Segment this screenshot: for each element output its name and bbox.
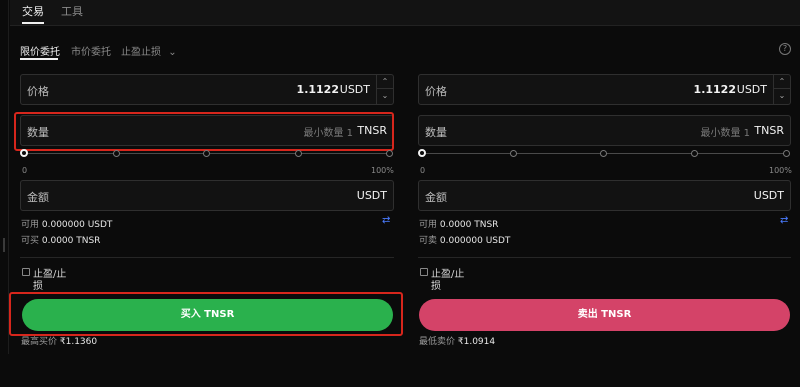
sell-available-value: 0.0000 TNSR bbox=[439, 220, 499, 230]
sell-quantity-input[interactable]: 数量 最小数量 1 TNSR bbox=[418, 115, 791, 146]
buy-slider-mark-50[interactable] bbox=[203, 150, 210, 157]
sell-available-label: 可用 bbox=[419, 220, 438, 230]
chevron-down-icon: ⌄ bbox=[168, 47, 177, 58]
sell-slider-mark-75[interactable] bbox=[691, 150, 698, 157]
tab-trade-underline bbox=[22, 22, 44, 24]
sell-price-input[interactable]: 价格 1.1122 USDT ⌃ ⌄ bbox=[418, 74, 791, 105]
buy-best-price-value: ₹1.1360 bbox=[59, 337, 98, 347]
sell-quantity-label: 数量 bbox=[425, 126, 447, 139]
sell-best-price: 最低卖价 ₹1.0914 bbox=[419, 334, 495, 347]
buy-slider-mark-100[interactable] bbox=[386, 150, 393, 157]
buy-amount-unit: USDT bbox=[356, 189, 387, 202]
buy-tpsl-label-2: 损 bbox=[33, 281, 43, 292]
buy-amount-input[interactable]: 金额 USDT bbox=[20, 180, 394, 211]
sell-button[interactable]: 卖出 TNSR bbox=[419, 299, 790, 331]
sell-quantity-slider[interactable] bbox=[418, 147, 791, 161]
sell-slider-max-label: 100% bbox=[769, 166, 792, 175]
buy-quantity-placeholder: 最小数量 1 bbox=[303, 128, 353, 139]
sell-tpsl-checkbox[interactable] bbox=[420, 268, 428, 276]
buy-best-price: 最高买价 ₹1.1360 bbox=[21, 334, 97, 347]
buy-price-label: 价格 bbox=[27, 85, 49, 98]
sell-transfer-icon[interactable]: ⇄ bbox=[780, 215, 788, 226]
help-icon[interactable]: ? bbox=[779, 43, 791, 55]
buy-slider-min-label: 0 bbox=[22, 166, 28, 175]
buy-quantity-unit: TNSR bbox=[357, 124, 387, 137]
bottom-spacer bbox=[0, 354, 800, 387]
buy-price-decrease-icon[interactable]: ⌄ bbox=[377, 89, 393, 103]
sell-price-stepper: ⌃ ⌄ bbox=[773, 75, 790, 104]
sell-slider-mark-50[interactable] bbox=[600, 150, 607, 157]
sell-max-sell-value: 0.000000 USDT bbox=[439, 236, 511, 246]
buy-best-price-label: 最高买价 bbox=[21, 337, 58, 347]
sell-slider-mark-100[interactable] bbox=[783, 150, 790, 157]
sell-amount-input[interactable]: 金额 USDT bbox=[418, 180, 791, 211]
buy-amount-label: 金额 bbox=[27, 191, 49, 204]
buy-available-value: 0.000000 USDT bbox=[41, 220, 113, 230]
sell-amount-unit: USDT bbox=[753, 189, 784, 202]
buy-transfer-icon[interactable]: ⇄ bbox=[382, 215, 390, 226]
buy-slider-handle[interactable] bbox=[20, 149, 28, 157]
tab-tools[interactable]: 工具 bbox=[61, 3, 83, 19]
buy-price-stepper: ⌃ ⌄ bbox=[376, 75, 393, 104]
tab-limit-underline bbox=[20, 58, 58, 60]
sell-quantity-unit: TNSR bbox=[754, 124, 784, 137]
buy-button[interactable]: 买入 TNSR bbox=[22, 299, 393, 331]
buy-price-unit: USDT bbox=[339, 83, 370, 96]
sell-divider bbox=[418, 257, 791, 258]
sell-price-decrease-icon[interactable]: ⌄ bbox=[774, 89, 790, 103]
sell-price-label: 价格 bbox=[425, 85, 447, 98]
sell-price-unit: USDT bbox=[736, 83, 767, 96]
sell-available: 可用 0.0000 TNSR bbox=[419, 217, 498, 230]
sell-slider-handle[interactable] bbox=[418, 149, 426, 157]
sell-tpsl-label-2: 损 bbox=[431, 281, 441, 292]
sell-price-increase-icon[interactable]: ⌃ bbox=[774, 75, 790, 89]
sell-max-sell: 可卖 0.000000 USDT bbox=[419, 233, 510, 246]
tab-trade[interactable]: 交易 bbox=[22, 3, 44, 19]
sell-best-price-label: 最低卖价 bbox=[419, 337, 456, 347]
sell-max-sell-label: 可卖 bbox=[419, 236, 438, 246]
top-tabbar: 交易 工具 bbox=[10, 0, 800, 26]
sell-quantity-placeholder: 最小数量 1 bbox=[700, 128, 750, 139]
buy-price-value: 1.1122 bbox=[296, 83, 339, 96]
sell-slider-min-label: 0 bbox=[420, 166, 426, 175]
resize-handle[interactable] bbox=[3, 238, 5, 252]
buy-tpsl-checkbox[interactable] bbox=[22, 268, 30, 276]
buy-slider-mark-25[interactable] bbox=[113, 150, 120, 157]
sell-best-price-value: ₹1.0914 bbox=[457, 337, 496, 347]
tab-market-order[interactable]: 市价委托 bbox=[71, 43, 111, 58]
buy-max-buy-value: 0.0000 TNSR bbox=[41, 236, 101, 246]
buy-slider-max-label: 100% bbox=[371, 166, 394, 175]
buy-max-buy: 可买 0.0000 TNSR bbox=[21, 233, 100, 246]
buy-price-input[interactable]: 价格 1.1122 USDT ⌃ ⌄ bbox=[20, 74, 394, 105]
buy-quantity-input[interactable]: 数量 最小数量 1 TNSR bbox=[20, 115, 394, 146]
buy-max-buy-label: 可买 bbox=[21, 236, 40, 246]
buy-quantity-label: 数量 bbox=[27, 126, 49, 139]
tab-tpsl-label: 止盈止损 bbox=[121, 47, 161, 58]
tab-limit-order[interactable]: 限价委托 bbox=[20, 43, 60, 58]
sell-price-value: 1.1122 bbox=[693, 83, 736, 96]
sell-slider-mark-25[interactable] bbox=[510, 150, 517, 157]
sell-amount-label: 金额 bbox=[425, 191, 447, 204]
tab-tpsl-order[interactable]: 止盈止损 ⌄ bbox=[121, 43, 177, 58]
buy-divider bbox=[20, 257, 394, 258]
buy-quantity-slider[interactable] bbox=[20, 147, 394, 161]
buy-price-increase-icon[interactable]: ⌃ bbox=[377, 75, 393, 89]
buy-slider-mark-75[interactable] bbox=[295, 150, 302, 157]
buy-available-label: 可用 bbox=[21, 220, 40, 230]
order-type-tabs: 限价委托 市价委托 止盈止损 ⌄ ? bbox=[0, 41, 800, 61]
buy-available: 可用 0.000000 USDT bbox=[21, 217, 112, 230]
